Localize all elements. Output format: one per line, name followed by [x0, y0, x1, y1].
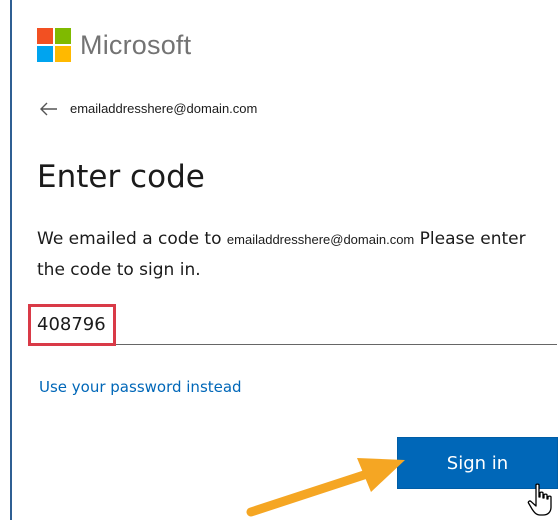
code-input[interactable] — [37, 309, 337, 339]
sign-in-button[interactable]: Sign in — [397, 437, 558, 489]
brand-name: Microsoft — [80, 30, 192, 60]
instructions-email: emailaddresshere@domain.com — [226, 232, 415, 247]
microsoft-logo-icon — [37, 28, 71, 62]
account-email: emailaddresshere@domain.com — [70, 101, 258, 116]
instructions-prefix: We emailed a code to — [37, 229, 222, 249]
hand-pointer-icon — [527, 483, 552, 516]
page-title: Enter code — [37, 159, 205, 195]
code-field-container — [37, 303, 557, 345]
logo-square-red — [37, 28, 53, 44]
microsoft-logo: Microsoft — [37, 28, 191, 62]
back-row: emailaddresshere@domain.com — [40, 101, 257, 116]
instructions-text: We emailed a code to emailaddresshere@do… — [37, 224, 552, 285]
logo-square-green — [55, 28, 71, 44]
annotation-arrow-icon — [246, 458, 405, 517]
logo-square-yellow — [55, 46, 71, 62]
back-arrow-icon[interactable] — [40, 102, 58, 116]
use-password-link[interactable]: Use your password instead — [39, 378, 242, 396]
logo-square-blue — [37, 46, 53, 62]
